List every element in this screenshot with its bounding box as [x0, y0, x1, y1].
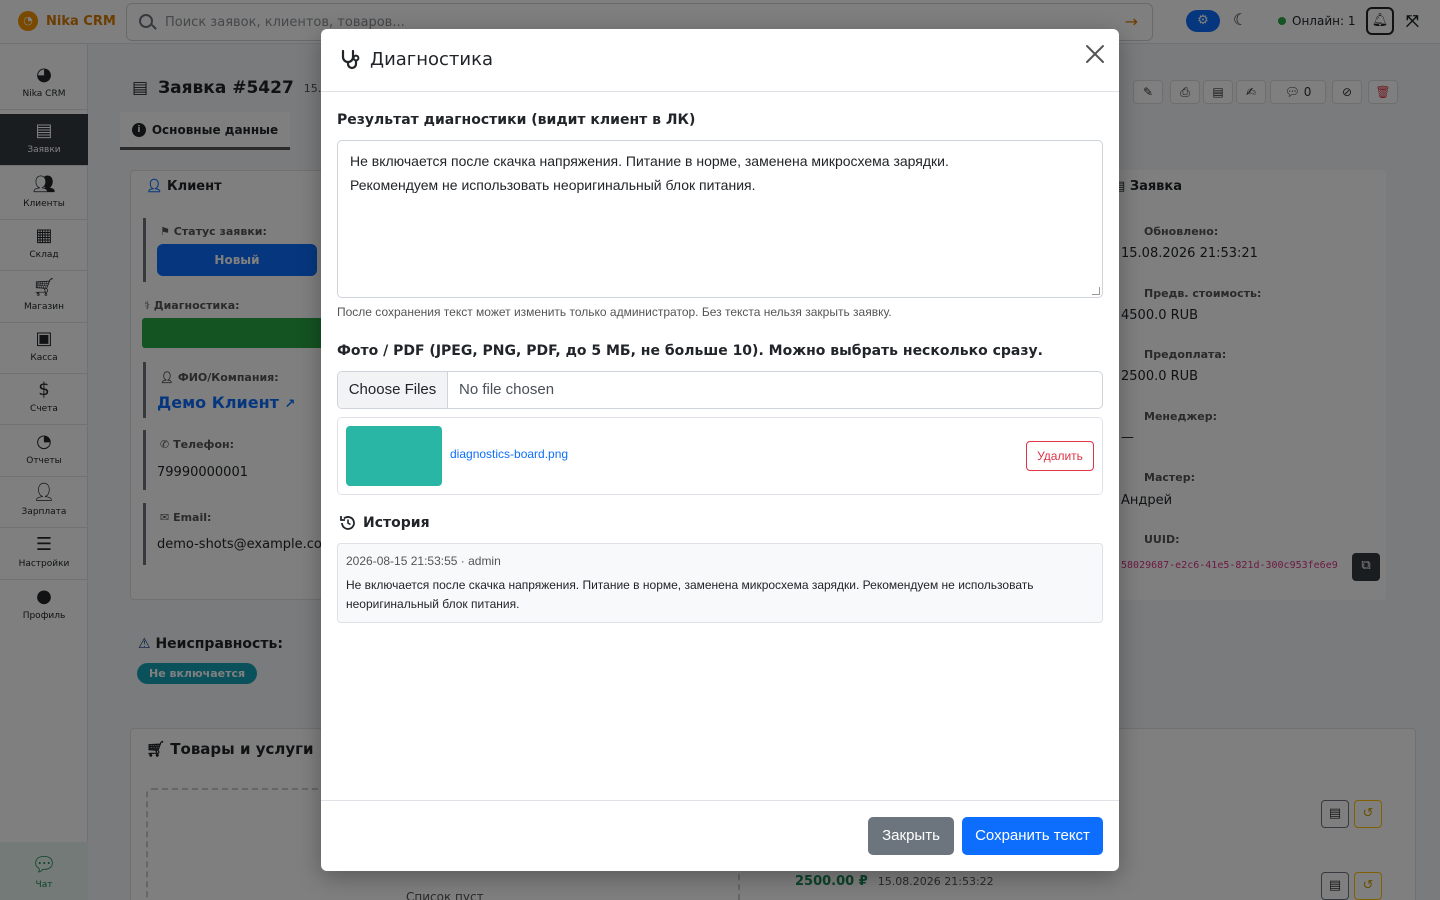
modal-title: Диагностика	[370, 49, 494, 70]
diagnostics-textarea[interactable]: Не включается после скачка напряжения. П…	[337, 140, 1103, 298]
attachment-thumbnail[interactable]	[346, 426, 442, 486]
result-label: Результат диагностики (видит клиент в ЛК…	[337, 112, 696, 128]
history-meta: 2026-08-15 21:53:55 · admin	[346, 554, 501, 568]
choose-files-button[interactable]: Choose Files	[338, 372, 448, 408]
files-label: Фото / PDF (JPEG, PNG, PDF, до 5 МБ, не …	[337, 343, 1043, 359]
history-text: Не включается после скачка напряжения. П…	[346, 578, 1034, 611]
modal-footer: Закрыть Сохранить текст	[321, 800, 1119, 871]
attachment-link[interactable]: diagnostics-board.png	[450, 447, 568, 461]
close-button[interactable]: Закрыть	[868, 817, 954, 855]
textarea-line: Рекомендуем не использовать неоригинальн…	[350, 177, 756, 193]
file-input[interactable]: Choose Files No file chosen	[337, 371, 1103, 409]
stethoscope-icon	[341, 49, 360, 70]
save-hint: После сохранения текст может изменить то…	[337, 305, 892, 319]
modal-header: Диагностика	[321, 29, 1119, 92]
save-text-button[interactable]: Сохранить текст	[962, 817, 1103, 855]
history-title-text: История	[363, 515, 430, 531]
textarea-line: Не включается после скачка напряжения. П…	[350, 153, 949, 169]
diagnostics-modal: Диагностика Результат диагностики (видит…	[321, 29, 1119, 871]
resize-handle[interactable]	[1092, 287, 1100, 295]
file-status: No file chosen	[459, 381, 555, 398]
attachment-card: diagnostics-board.png Удалить	[337, 417, 1103, 495]
history-title: История	[339, 514, 430, 532]
close-icon[interactable]	[1084, 43, 1106, 65]
history-icon	[340, 516, 355, 530]
delete-attachment-button[interactable]: Удалить	[1026, 441, 1094, 471]
history-entry: 2026-08-15 21:53:55 · admin Не включаетс…	[337, 543, 1103, 623]
